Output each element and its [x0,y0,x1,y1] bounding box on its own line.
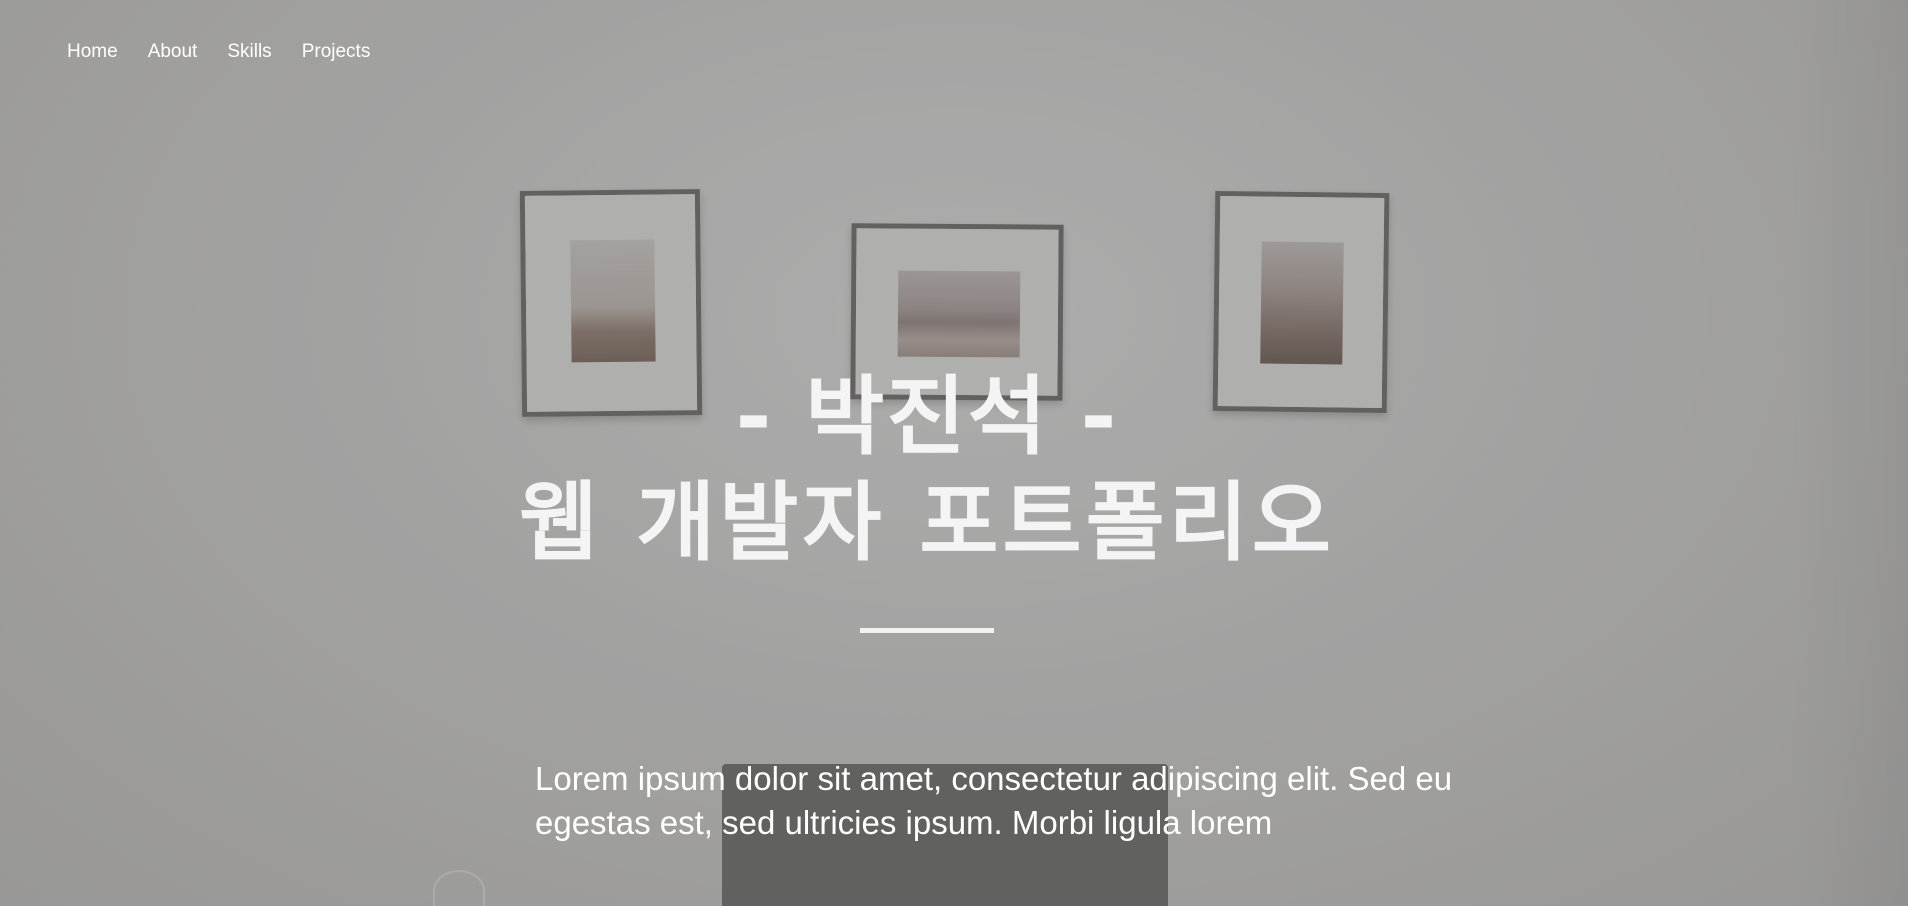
nav-link-home[interactable]: Home [67,38,118,66]
nav-link-about[interactable]: About [148,38,198,66]
heading-divider [860,628,994,633]
hero-heading: - 박진석 - 웹 개발자 포트폴리오 [0,368,1908,578]
hero-section: Home About Skills Projects - 박진석 - 웹 개발자… [0,0,1908,906]
hero-name: - 박진석 - [735,367,1119,467]
hero-title: 웹 개발자 포트폴리오 [519,473,1335,573]
nav-link-projects[interactable]: Projects [302,38,371,66]
nav-link-skills[interactable]: Skills [227,38,271,66]
hero-intro-text: Lorem ipsum dolor sit amet, consectetur … [535,760,1453,841]
top-navigation: Home About Skills Projects [67,38,400,66]
